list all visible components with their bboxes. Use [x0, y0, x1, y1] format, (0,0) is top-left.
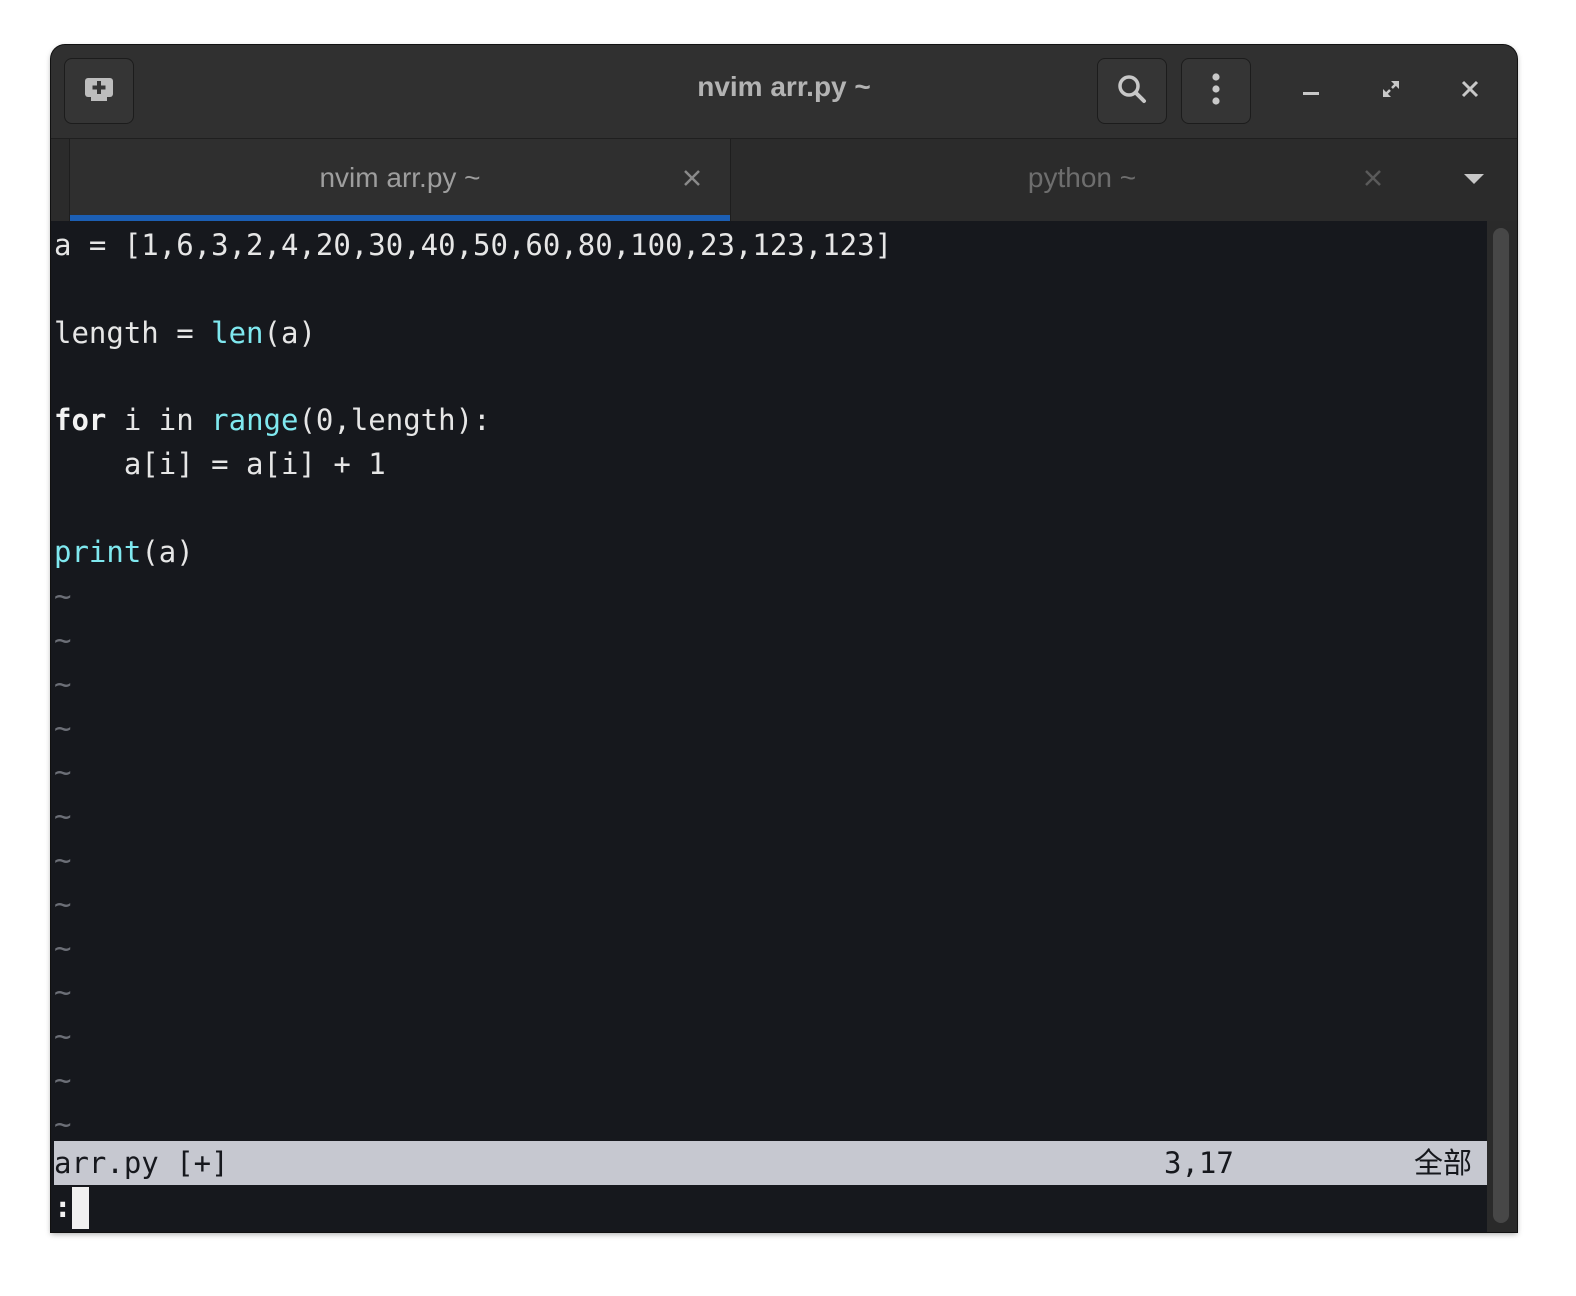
code-line-1: a = [1,6,3,2,4,20,30,40,50,60,80,100,23,…: [54, 228, 893, 262]
close-icon: [1363, 163, 1383, 195]
builtin-function: len: [211, 316, 264, 350]
tab-list-dropdown[interactable]: [1457, 167, 1491, 195]
active-tab-indicator: [70, 215, 730, 221]
header-bar: nvim arr.py ~: [51, 45, 1517, 139]
keyword: for: [54, 403, 107, 437]
minimize-button[interactable]: [1291, 71, 1331, 111]
empty-line-marker: ~: [54, 975, 72, 1009]
code-line-3: length = len(a): [54, 313, 316, 353]
scrollbar-thumb[interactable]: [1493, 228, 1509, 1223]
builtin-function: range: [211, 403, 299, 437]
text-cursor: [72, 1187, 89, 1229]
empty-line-marker: ~: [54, 1063, 72, 1097]
maximize-button[interactable]: [1371, 71, 1411, 111]
status-cursor-position: 3,17: [1164, 1146, 1234, 1180]
vim-statusline: arr.py [+] 3,17 全部: [54, 1141, 1487, 1185]
empty-line-marker: ~: [54, 887, 72, 921]
empty-line-marker: ~: [54, 931, 72, 965]
empty-line-marker: ~: [54, 755, 72, 789]
empty-line-marker: ~: [54, 1107, 72, 1141]
empty-line-marker: ~: [54, 711, 72, 745]
code-text: (a): [141, 535, 194, 569]
empty-line-marker: ~: [54, 623, 72, 657]
search-icon: [1116, 73, 1148, 110]
close-button[interactable]: [1450, 71, 1490, 111]
empty-line-marker: ~: [54, 667, 72, 701]
tab-python[interactable]: python ~: [732, 139, 1432, 221]
empty-line-marker: ~: [54, 579, 72, 613]
code-line-5: for i in range(0,length):: [54, 400, 491, 440]
kebab-menu-icon: [1211, 72, 1221, 111]
vim-command-line[interactable]: :: [54, 1185, 71, 1229]
search-button[interactable]: [1097, 58, 1167, 124]
code-text: (0,length):: [298, 403, 491, 437]
menu-button[interactable]: [1181, 58, 1251, 124]
code-text: i in: [106, 403, 212, 437]
status-filename: arr.py [+]: [54, 1146, 229, 1180]
tab-nvim[interactable]: nvim arr.py ~: [69, 139, 731, 221]
terminal-view[interactable]: a = [1,6,3,2,4,20,30,40,50,60,80,100,23,…: [54, 223, 1487, 1232]
tab-close-button[interactable]: [1361, 167, 1385, 191]
minimize-icon: [1301, 79, 1321, 104]
empty-line-marker: ~: [54, 843, 72, 877]
status-scroll-position: 全部: [1414, 1146, 1473, 1180]
terminal-window: nvim arr.py ~ nvim arr.py ~ python ~ a =…: [51, 45, 1517, 1232]
code-line-6: a[i] = a[i] + 1: [54, 447, 386, 481]
maximize-icon: [1381, 79, 1401, 104]
close-icon: [1460, 79, 1480, 104]
chevron-down-icon: [1463, 172, 1485, 190]
code-line-8: print(a): [54, 532, 194, 572]
tab-label: python ~: [1027, 162, 1137, 193]
code-text: (a): [263, 316, 316, 350]
tab-label: nvim arr.py ~: [319, 162, 481, 193]
empty-line-marker: ~: [54, 799, 72, 833]
tab-bar: nvim arr.py ~ python ~: [51, 139, 1517, 221]
code-text: length =: [54, 316, 212, 350]
builtin-function: print: [54, 535, 142, 569]
tab-close-button[interactable]: [680, 167, 704, 191]
close-icon: [682, 163, 702, 195]
empty-line-marker: ~: [54, 1019, 72, 1053]
